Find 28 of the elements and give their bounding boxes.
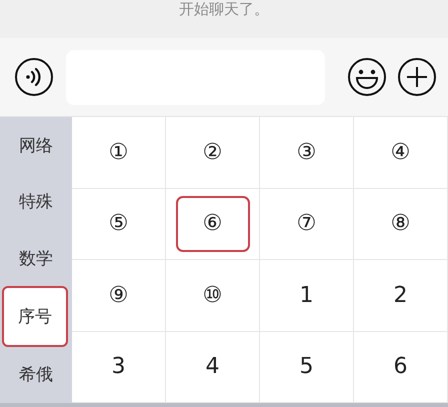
symbol-key[interactable]: 3 [106,348,132,386]
chat-message: 开始聊天了。 [179,0,269,18]
symbol-key[interactable]: ⑩ [196,276,228,314]
add-icon [397,57,437,97]
symbol-key[interactable]: ⑦ [290,205,322,242]
symbol-key[interactable]: ① [102,134,134,171]
category-tab[interactable]: 特殊 [0,173,72,230]
symbol-key[interactable]: ② [196,134,228,171]
voice-button[interactable] [14,57,54,97]
symbol-key[interactable]: ⑨ [102,276,134,314]
symbol-key[interactable]: 1 [294,276,320,314]
category-tab[interactable]: 序号 [2,286,68,347]
category-tab[interactable]: 希俄 [0,346,72,404]
symbol-key[interactable]: ③ [290,134,322,171]
symbol-key[interactable]: 5 [294,348,320,386]
emoji-icon [347,57,387,97]
symbol-key[interactable]: ⑤ [102,205,134,242]
emoji-button[interactable] [347,57,387,97]
category-tab[interactable]: 网络 [0,117,72,174]
symbol-key[interactable]: ⑥ [176,196,250,252]
voice-icon [14,57,54,97]
symbol-key[interactable]: 4 [200,348,226,386]
symbol-key[interactable]: 6 [388,348,414,386]
category-tab[interactable]: 数学 [0,230,72,286]
symbol-key[interactable]: 2 [388,276,414,314]
symbol-key[interactable]: ④ [384,134,416,171]
add-button[interactable] [397,57,437,97]
symbol-key[interactable]: ⑧ [384,205,416,242]
